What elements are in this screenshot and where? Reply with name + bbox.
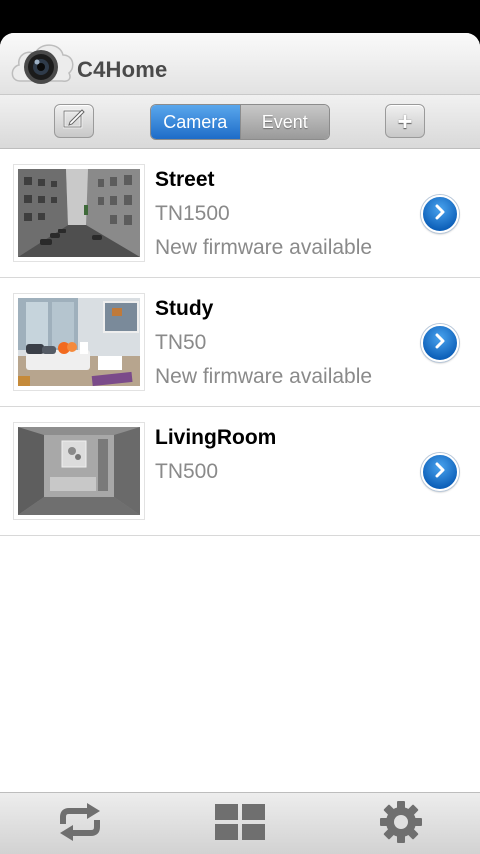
camera-thumbnail (13, 164, 145, 262)
camera-model: TN50 (155, 331, 207, 354)
grid-view-button[interactable] (212, 802, 268, 846)
firmware-status: New firmware available (155, 236, 373, 259)
add-camera-button[interactable]: + (385, 104, 425, 138)
tab-event[interactable]: Event (239, 105, 329, 139)
status-bar (0, 0, 480, 33)
camera-thumbnail (13, 422, 145, 520)
camera-row-study[interactable]: Study TN50 New firmware available (0, 278, 480, 407)
camera-row-livingroom[interactable]: LivingRoom TN500 (0, 407, 480, 536)
camera-name: Street (155, 168, 215, 191)
camera-name: Study (155, 297, 214, 320)
camera-row-street[interactable]: Street TN1500 New firmware available (0, 149, 480, 278)
grid-view-icon (214, 803, 266, 846)
plus-icon: + (397, 106, 413, 136)
camera-model: TN1500 (155, 202, 230, 225)
chevron-right-icon (432, 333, 448, 354)
tab-camera[interactable]: Camera (151, 105, 240, 139)
chevron-right-icon (432, 204, 448, 225)
cloud-camera-logo-icon (8, 37, 76, 89)
title-bar: C4Home (0, 33, 480, 95)
app-title: C4Home (77, 57, 168, 82)
camera-name: LivingRoom (155, 426, 277, 449)
refresh-icon (55, 802, 105, 847)
camera-detail-button[interactable] (421, 195, 459, 233)
camera-detail-button[interactable] (421, 453, 459, 491)
camera-thumbnail (13, 293, 145, 391)
toolbar: Camera Event + (0, 95, 480, 149)
camera-list: Street TN1500 New firmware available Stu… (0, 149, 480, 536)
edit-button[interactable] (54, 104, 94, 138)
edit-icon (62, 108, 85, 134)
street-scene-image (18, 169, 140, 257)
app-window: C4Home Camera Event + Street TN1500 New … (0, 33, 480, 854)
view-segmented-control: Camera Event (150, 104, 330, 140)
settings-gear-icon (379, 800, 423, 849)
refresh-button[interactable] (52, 802, 108, 846)
bottom-nav-bar (0, 792, 480, 854)
firmware-status: New firmware available (155, 365, 373, 388)
settings-button[interactable] (373, 800, 429, 849)
chevron-right-icon (432, 462, 448, 483)
living-room-grayscale-image (18, 427, 140, 515)
study-room-image (18, 298, 140, 386)
camera-model: TN500 (155, 460, 219, 483)
camera-detail-button[interactable] (421, 324, 459, 362)
